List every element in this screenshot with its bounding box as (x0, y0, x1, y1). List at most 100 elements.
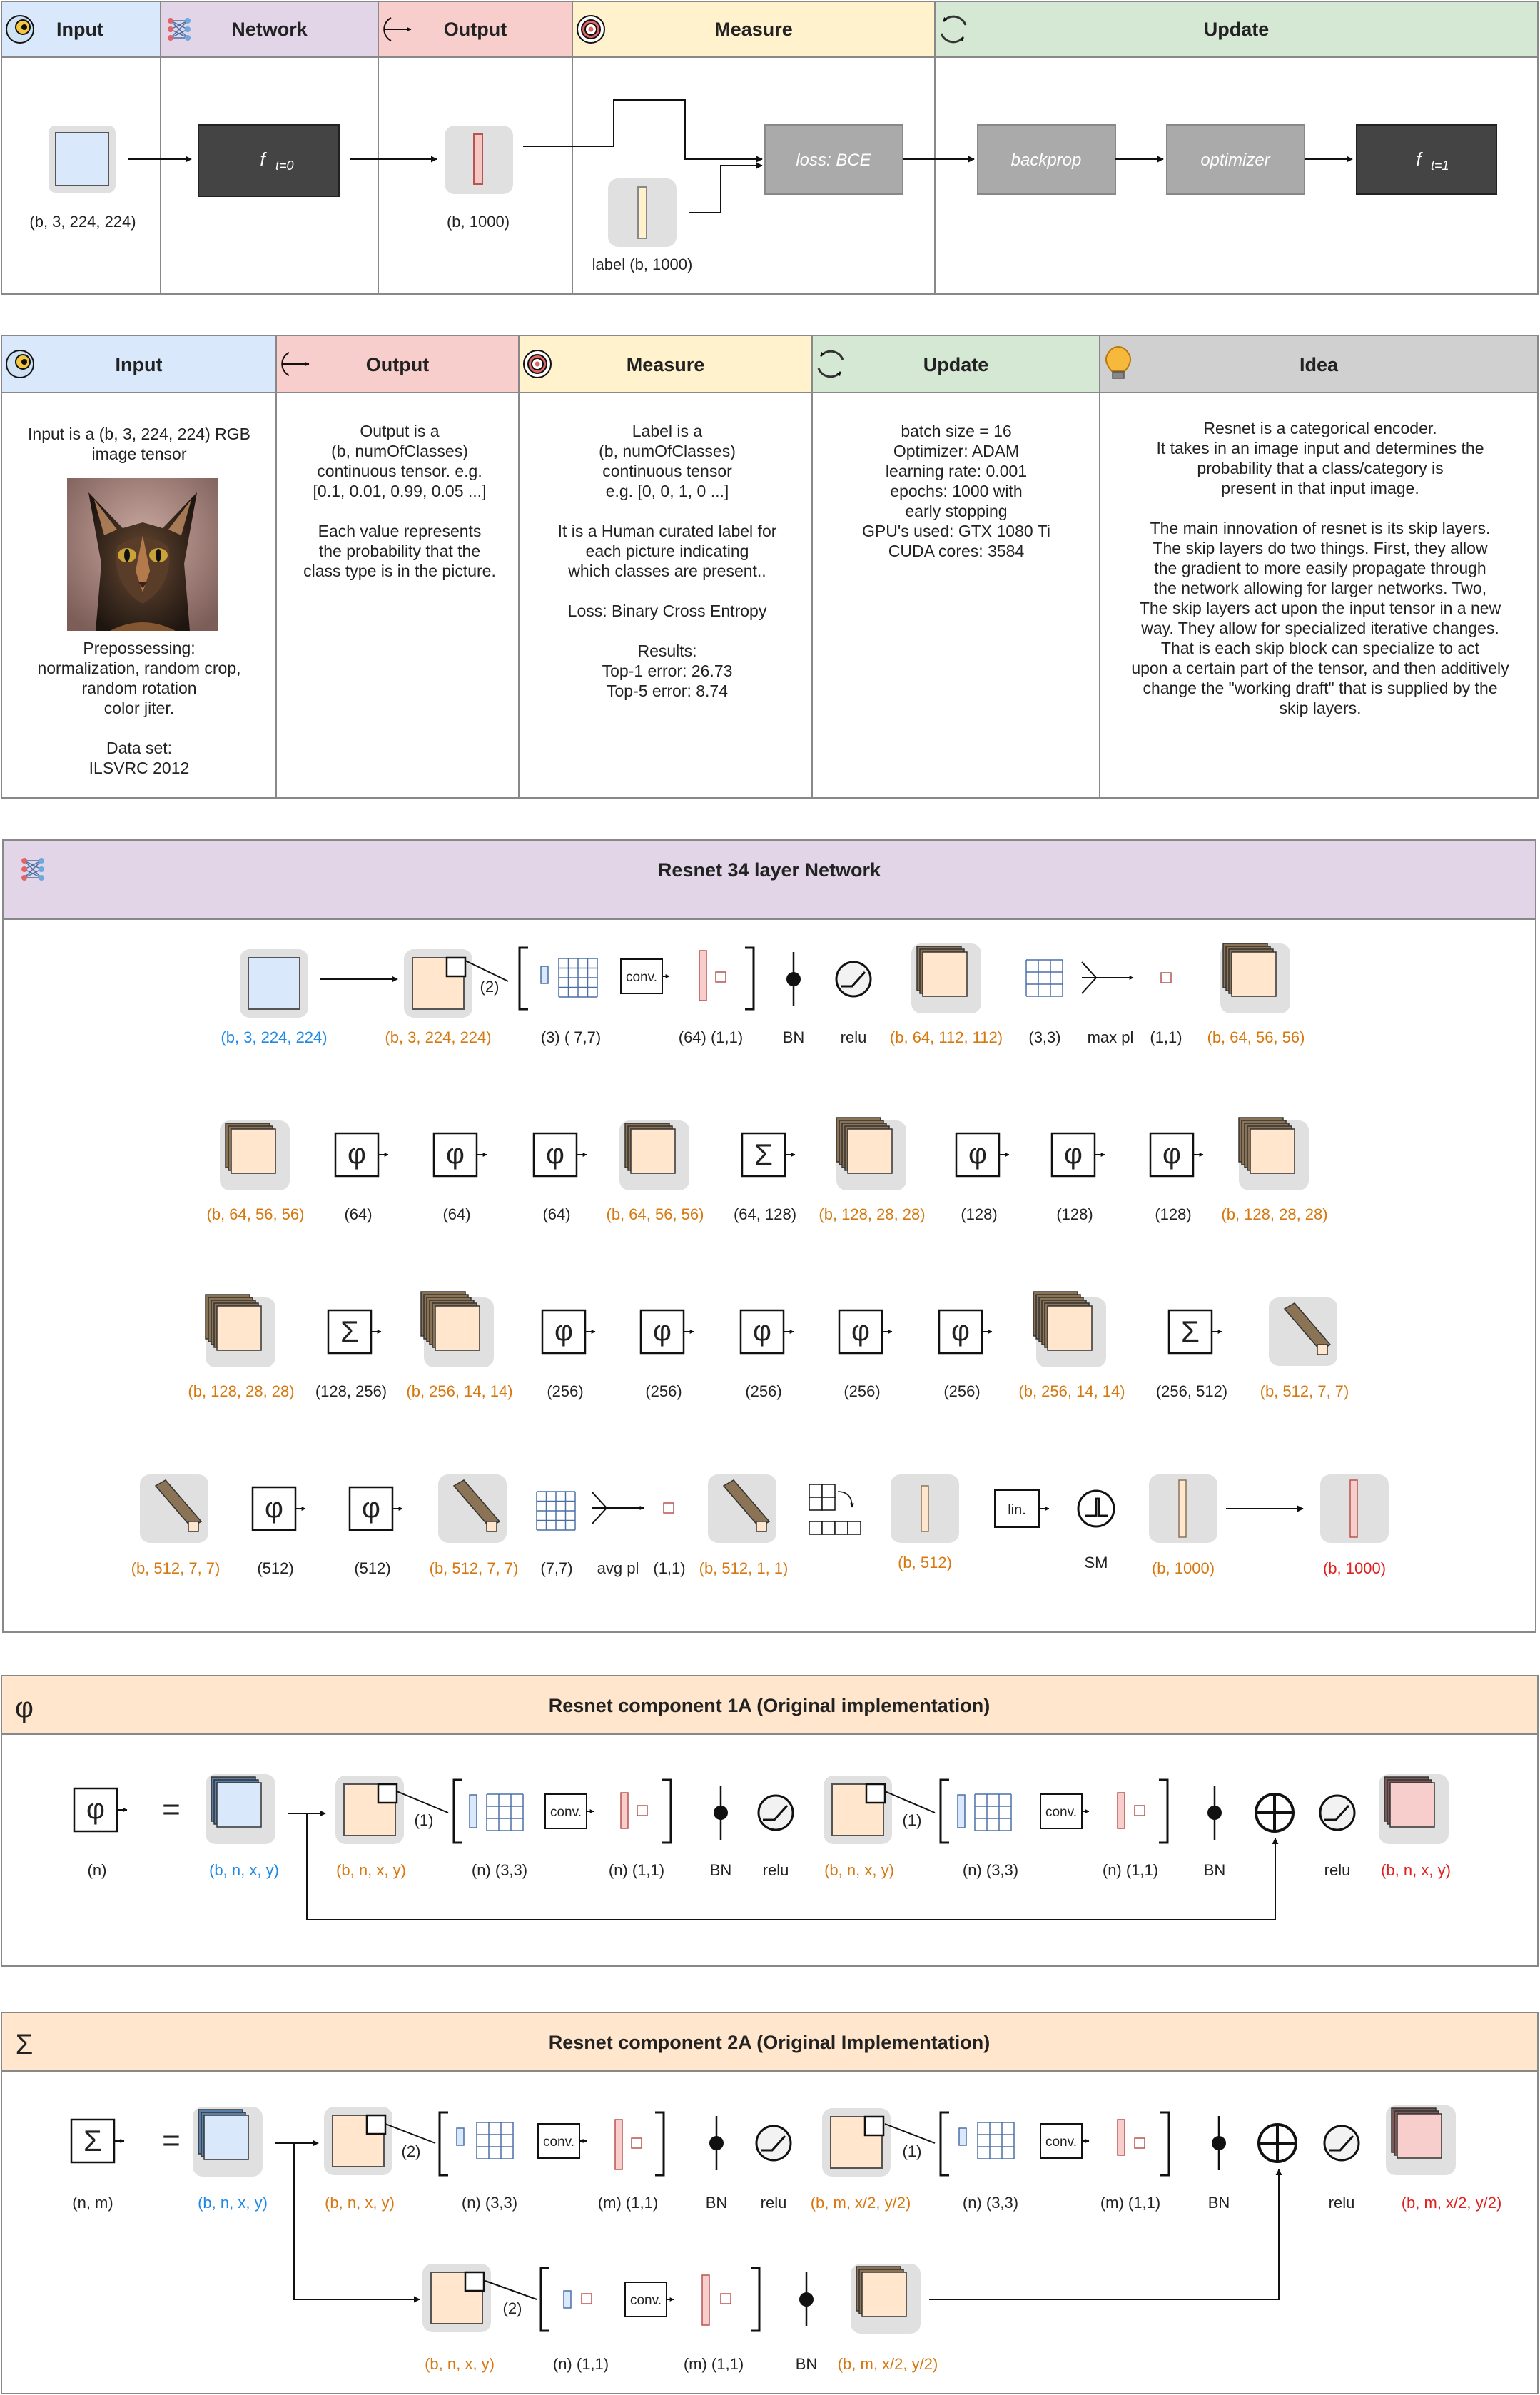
weight-vector (1117, 1792, 1125, 1829)
filter-grid (486, 1793, 524, 1831)
sigma-block-icon: Σ (1167, 1309, 1222, 1355)
bn-label: BN (1204, 1861, 1226, 1879)
phi-block-icon: φ (541, 1309, 596, 1355)
phi-block-icon: φ (955, 1132, 1010, 1178)
filter-size-label: (3) ( 7,7) (541, 1028, 601, 1046)
bias-size-label: (m) (1,1) (684, 2355, 744, 2373)
stack-shape: (b, 512, 7, 7) (131, 1559, 221, 1577)
bias-size-label: (64) (1,1) (679, 1028, 743, 1046)
input-shape: (b, n, x, y) (198, 2194, 268, 2212)
relu-icon (835, 961, 872, 998)
filter-square (581, 2293, 592, 2304)
kernel-shape: (b, n, x, y) (425, 2355, 495, 2373)
pool-stride-label: (1,1) (653, 1559, 685, 1577)
stack-128-28-c (205, 1294, 275, 1367)
output-shape: (b, m, x/2, y/2) (1402, 2194, 1502, 2212)
pool-size-label: (3,3) (1028, 1028, 1060, 1046)
batchnorm-icon (714, 1786, 728, 1840)
softmax-label: SM (1085, 1554, 1108, 1571)
stride-label: (2) (480, 978, 500, 996)
stride-label: (1) (903, 2142, 922, 2160)
kernel-shape: (b, n, x, y) (824, 1861, 894, 1879)
comp2-skip-kernel (422, 2264, 491, 2332)
backprop-label: backprop (1011, 151, 1082, 170)
add-icon (1255, 1793, 1295, 1833)
stack-256-14-b (1033, 1291, 1106, 1367)
output-description: Output is a (b, numOfClasses) continuous… (303, 422, 496, 580)
stack-shape: (b, 64, 56, 56) (607, 1205, 704, 1223)
pool-icon (592, 1492, 644, 1524)
maxpool-label: max pl (1088, 1028, 1134, 1046)
measure-description: Label is a (b, numOfClasses) continuous … (557, 422, 777, 700)
bias-size-label: (m) (1,1) (598, 2194, 658, 2212)
weight-vector (620, 1792, 629, 1829)
connector (689, 162, 763, 213)
input-header-title: Input (56, 19, 103, 40)
rod-512-1 (708, 1474, 776, 1543)
bias-size-label: (m) (1,1) (1100, 2194, 1160, 2212)
block-width-label: (64, 128) (734, 1205, 796, 1223)
sigma-block-icon: Σ (70, 2118, 125, 2164)
input-description: Input is a (b, 3, 224, 224) RGB image te… (28, 425, 250, 463)
flat-vector (921, 1485, 929, 1532)
filter-size-label: (n) (3,3) (462, 2194, 517, 2212)
filter-grid (974, 1793, 1012, 1831)
bracket-right (655, 2111, 665, 2177)
bracket-right (751, 2267, 761, 2332)
details-measure-header-title: Measure (627, 354, 705, 375)
stack-shape: (b, 64, 56, 56) (1207, 1028, 1305, 1046)
avgpool-size-label: (7,7) (540, 1559, 572, 1577)
relu-label: relu (763, 1861, 789, 1879)
measure-header-title: Measure (714, 19, 793, 40)
pool-stride-label: (1,1) (1150, 1028, 1182, 1046)
kernel-shape: (b, n, x, y) (325, 2194, 395, 2212)
phi-block-icon: φ (348, 1486, 403, 1531)
conv-label: conv. (543, 2135, 574, 2150)
weight-vector (701, 2274, 710, 2326)
bias-size-label: (n) (1,1) (1103, 1861, 1158, 1879)
softmax-icon (1077, 1489, 1115, 1528)
block-width-label: (256) (745, 1382, 781, 1400)
phi-block-icon: φ (251, 1486, 306, 1531)
comp2-title: Resnet component 2A (Original Implementa… (549, 2032, 991, 2053)
filter-vector (540, 966, 549, 984)
target-icon (577, 15, 605, 44)
resnet-diagram: Input Network Output Measure Update (b, 3, 22… (1, 1, 1539, 2394)
connector (884, 1791, 936, 1813)
cat-photo (67, 478, 218, 631)
connector (485, 2280, 537, 2300)
output-tensor (473, 133, 483, 185)
loss-label: loss: BCE (796, 151, 871, 170)
stack-shape: (b, 128, 28, 28) (1221, 1205, 1327, 1223)
conv-label: conv. (1045, 2135, 1077, 2150)
stack-256-14-a (420, 1291, 494, 1367)
label-shape: label (b, 1000) (592, 255, 693, 273)
filter-grid (476, 2122, 514, 2159)
conv-label: conv. (550, 1805, 582, 1820)
kernel-shape: (b, 3, 224, 224) (385, 1028, 491, 1046)
output-header-title: Output (444, 19, 507, 40)
conv-block: conv. (544, 1793, 594, 1829)
input-shape: (b, n, x, y) (209, 1861, 279, 1879)
comp2-kernel-1 (324, 2107, 392, 2175)
sigma-block-icon: Σ (327, 1309, 382, 1355)
output-shape: (b, 1000) (447, 213, 510, 231)
rod-512-7-a (140, 1474, 208, 1543)
relu-icon (757, 1794, 794, 1831)
comp1-title: Resnet component 1A (Original implementa… (549, 1695, 991, 1716)
flatten-icon (809, 1484, 861, 1535)
bn-label: BN (783, 1028, 805, 1046)
rod-512-7 (1269, 1297, 1337, 1366)
equals-sign: = (162, 1792, 181, 1827)
stack-64-112 (911, 943, 981, 1013)
weight-vector (1117, 2119, 1125, 2156)
stack-shape: (b, 512, 1, 1) (699, 1559, 789, 1577)
phi-block-icon: φ (938, 1309, 993, 1355)
phi-symbol: φ (362, 1492, 380, 1524)
conv-block: conv. (624, 2282, 674, 2317)
phi-block-icon: φ (739, 1309, 794, 1355)
target-icon (523, 350, 552, 378)
block-width-label: (128) (1056, 1205, 1093, 1223)
network-header-title: Network (231, 19, 308, 40)
relu-icon (1323, 2125, 1360, 2162)
